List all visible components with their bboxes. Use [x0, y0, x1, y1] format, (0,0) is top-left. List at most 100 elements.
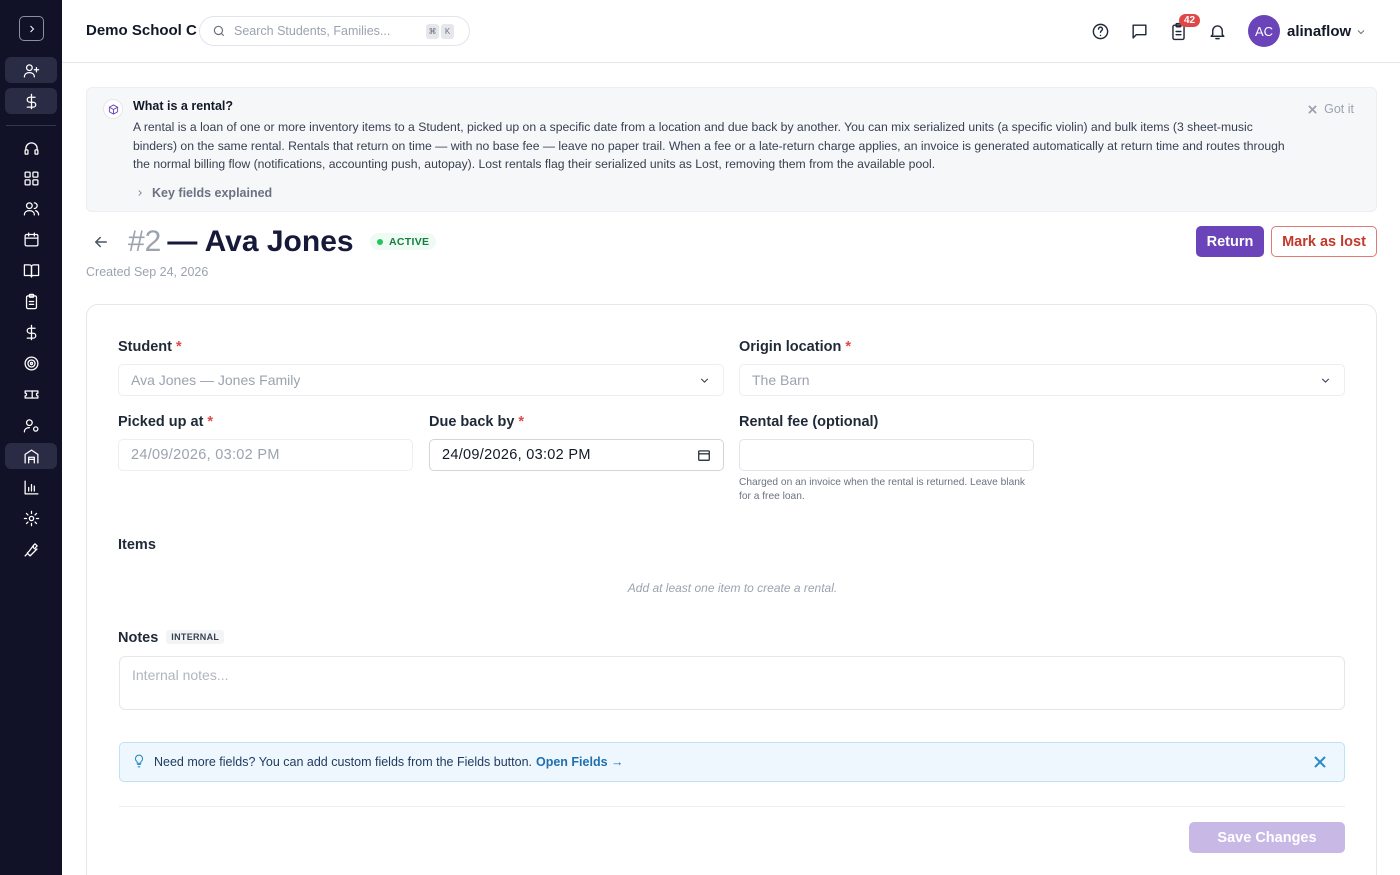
tasks-badge: 42: [1179, 14, 1201, 27]
search-icon: [213, 25, 225, 37]
dismiss-tip-button[interactable]: [1314, 756, 1326, 771]
chevron-down-icon: [1357, 30, 1365, 35]
messages-button[interactable]: [1128, 20, 1150, 42]
settings-icon: [23, 510, 39, 526]
target-icon: [23, 355, 39, 371]
users-icon: [23, 201, 39, 216]
student-label-text: Student: [118, 339, 172, 355]
open-fields-link[interactable]: Open Fields →: [536, 755, 624, 769]
dollar-icon: [26, 93, 36, 109]
arrow-left-icon: [95, 236, 107, 248]
help-circle-icon: [1092, 23, 1108, 39]
custom-fields-tip: Need more fields? You can add custom fie…: [119, 742, 1345, 782]
chevron-down-icon: [1321, 378, 1330, 383]
sidebar-item-goals[interactable]: [5, 350, 57, 376]
sidebar-item-payments[interactable]: [5, 88, 57, 114]
close-icon: [1314, 756, 1326, 768]
rental-form-card: Student * Ava Jones — Jones Family Origin…: [86, 304, 1377, 875]
rental-fee-input[interactable]: [739, 439, 1034, 471]
notes-textarea[interactable]: [119, 656, 1345, 710]
rental-student-name: — Ava Jones: [167, 225, 354, 258]
divider: [119, 806, 1345, 807]
sidebar-item-billing[interactable]: [5, 319, 57, 345]
close-icon: [1308, 104, 1317, 114]
picked-up-label-text: Picked up at: [118, 414, 204, 430]
due-back-label: Due back by *: [429, 414, 525, 430]
sidebar-item-support[interactable]: [5, 135, 57, 161]
avatar[interactable]: AC: [1248, 15, 1280, 47]
search-input[interactable]: [234, 24, 424, 38]
sidebar-item-tools[interactable]: [5, 536, 57, 562]
banner-body: A rental is a loan of one or more invent…: [133, 120, 1285, 171]
user-menu-toggle[interactable]: [1355, 25, 1367, 43]
status-dot: [377, 238, 383, 245]
help-button[interactable]: [1089, 20, 1111, 42]
items-empty-state: Add at least one item to create a rental…: [627, 581, 838, 595]
chevron-right-icon: [29, 25, 34, 32]
sidebar-item-lessons[interactable]: [5, 257, 57, 283]
sidebar-item-calendar[interactable]: [5, 226, 57, 252]
sidebar-item-add-user[interactable]: [5, 57, 57, 83]
grid-icon: [23, 170, 39, 186]
sidebar-item-staff[interactable]: [5, 412, 57, 438]
picked-up-value: 24/09/2026, 03:02 PM: [131, 447, 280, 463]
items-label: Items: [118, 537, 156, 553]
picked-up-field[interactable]: 24/09/2026, 03:02 PM: [118, 439, 413, 471]
bar-chart-icon: [23, 479, 39, 495]
kbd-k: K: [441, 23, 454, 39]
username[interactable]: alinaflow: [1287, 23, 1351, 40]
sidebar-item-tasks[interactable]: [5, 288, 57, 314]
bell-icon: [1209, 24, 1225, 39]
user-cog-icon: [23, 418, 39, 433]
page-title: #2 — Ava Jones: [128, 225, 354, 259]
sidebar-item-tickets[interactable]: [5, 381, 57, 407]
tip-text: Need more fields? You can add custom fie…: [154, 755, 532, 769]
origin-location-select[interactable]: The Barn: [739, 364, 1345, 396]
search-box[interactable]: ⌘ K: [199, 16, 470, 46]
student-select[interactable]: Ava Jones — Jones Family: [118, 364, 724, 396]
created-date: Created Sep 24, 2026: [86, 265, 209, 279]
origin-location-label: Origin location *: [739, 339, 851, 355]
book-icon: [23, 263, 39, 278]
sidebar-item-people[interactable]: [5, 195, 57, 221]
sidebar-item-rentals[interactable]: [5, 443, 57, 469]
kbd-cmd: ⌘: [426, 23, 439, 39]
tasks-button[interactable]: 42: [1167, 14, 1201, 42]
return-button[interactable]: Return: [1196, 226, 1264, 257]
calendar-icon: [23, 231, 39, 247]
student-label: Student *: [118, 339, 182, 355]
sidebar-item-dashboard[interactable]: [5, 165, 57, 191]
key-fields-toggle[interactable]: Key fields explained: [135, 186, 272, 200]
mark-as-lost-button[interactable]: Mark as lost: [1271, 226, 1377, 257]
back-button[interactable]: [92, 233, 110, 251]
box-icon: [108, 103, 118, 115]
rental-number: #2: [128, 225, 162, 258]
status-badge: ACTIVE: [370, 233, 437, 250]
dollar-icon: [26, 324, 36, 340]
internal-tag: INTERNAL: [166, 630, 225, 644]
notifications-button[interactable]: [1206, 20, 1228, 42]
sidebar-toggle-button[interactable]: [19, 16, 44, 41]
calendar-icon[interactable]: [697, 448, 711, 462]
clipboard-icon: [25, 293, 37, 309]
info-banner: What is a rental? A rental is a loan of …: [86, 87, 1377, 212]
due-back-label-text: Due back by: [429, 414, 515, 430]
save-changes-button[interactable]: Save Changes: [1189, 822, 1345, 853]
rentals-icon: [23, 448, 39, 464]
sidebar-item-settings[interactable]: [5, 505, 57, 531]
sidebar-divider: [6, 125, 56, 126]
notes-label: Notes INTERNAL: [118, 630, 225, 646]
key-fields-label: Key fields explained: [152, 186, 273, 200]
headset-icon: [23, 141, 39, 155]
banner-title: What is a rental?: [133, 99, 234, 113]
school-name: Demo School C: [86, 22, 197, 39]
got-it-label: Got it: [1324, 102, 1354, 116]
origin-value: The Barn: [752, 372, 810, 388]
status-label: ACTIVE: [389, 235, 430, 248]
banner-icon: [103, 99, 123, 119]
rental-fee-label: Rental fee (optional): [739, 414, 879, 430]
got-it-button[interactable]: Got it: [1308, 102, 1354, 116]
user-plus-icon: [23, 63, 39, 78]
sidebar-item-reports[interactable]: [5, 474, 57, 500]
due-back-field[interactable]: 24/09/2026, 03:02 PM: [429, 439, 724, 471]
